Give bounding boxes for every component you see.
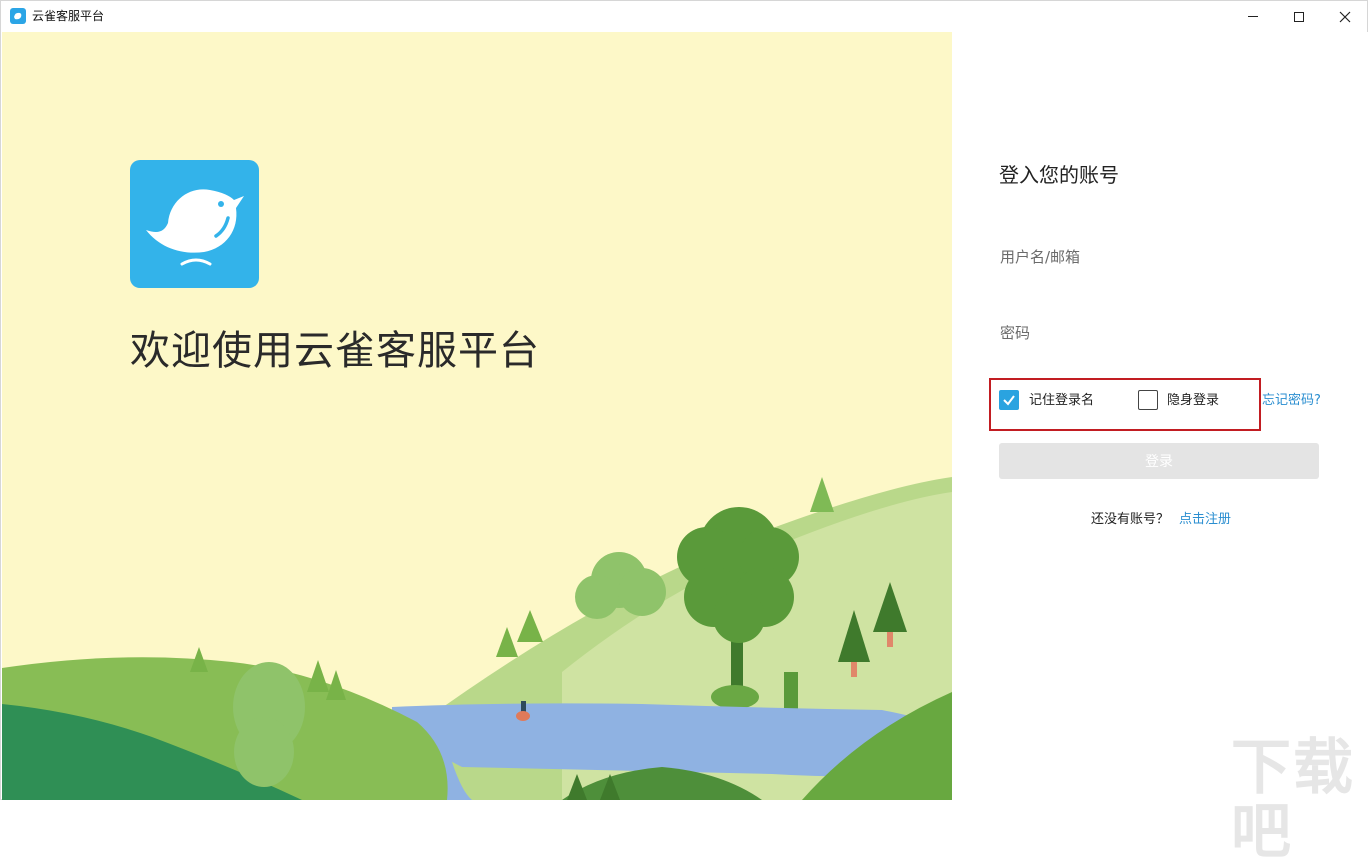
login-title: 登入您的账号 [999,163,1119,187]
welcome-heading: 欢迎使用云雀客服平台 [130,328,540,374]
app-window: 云雀客服平台 欢迎使用云雀客服平台 登入您的账号 用户名/邮箱 记住登录名 隐身… [0,0,1368,864]
close-button[interactable] [1322,1,1368,32]
register-link[interactable]: 点击注册 [1179,512,1231,527]
register-row: 还没有账号？ 点击注册 [1091,511,1231,529]
login-button[interactable]: 登录 [999,443,1319,479]
maximize-button[interactable] [1276,1,1322,32]
incognito-label[interactable]: 隐身登录 [1167,393,1219,409]
minimize-button[interactable] [1230,1,1276,32]
login-panel: 登入您的账号 记住登录名 隐身登录 忘记密码? 登录 还没有账号？ 点击注册 [952,32,1368,800]
no-account-text: 还没有账号？ [1091,512,1170,527]
username-input[interactable] [1000,237,1320,277]
remember-checkbox[interactable] [999,390,1019,410]
maximize-icon [1294,11,1304,22]
title-bar[interactable]: 云雀客服平台 [1,1,1367,32]
close-icon [1339,11,1351,22]
checkmark-icon [1003,395,1015,406]
landscape-illustration [2,477,952,800]
watermark-text: 下载吧 [1231,733,1355,867]
app-logo-icon [10,8,26,24]
incognito-checkbox[interactable] [1138,390,1158,410]
forgot-password-link[interactable]: 忘记密码? [1262,393,1321,409]
password-input[interactable] [1000,313,1320,353]
welcome-panel: 欢迎使用云雀客服平台 [2,32,952,800]
minimize-icon [1248,16,1258,17]
remember-label[interactable]: 记住登录名 [1029,393,1094,409]
window-title: 云雀客服平台 [32,9,105,23]
bird-logo-icon [146,189,244,266]
logo-tile [130,160,259,288]
